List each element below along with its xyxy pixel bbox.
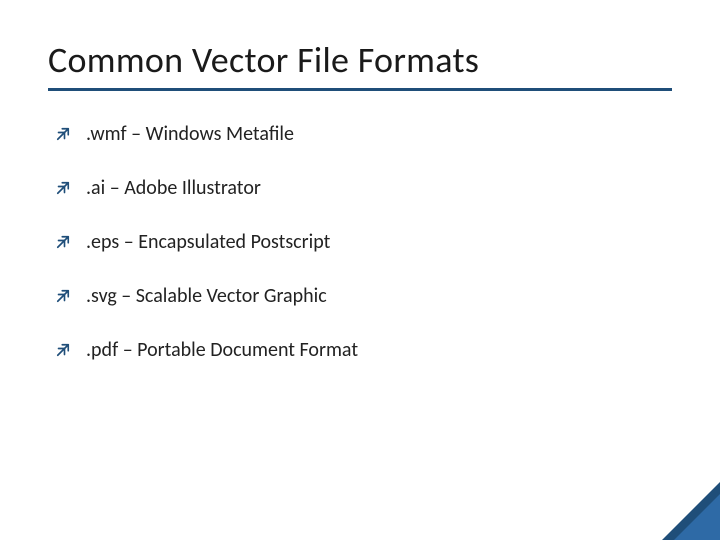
- slide: Common Vector File Formats .wmf – Window…: [0, 0, 720, 540]
- arrow-bullet-icon: [54, 341, 72, 359]
- list-item: .ai – Adobe Illustrator: [54, 175, 672, 201]
- corner-decoration: [662, 482, 720, 540]
- list-item: .svg – Scalable Vector Graphic: [54, 283, 672, 309]
- bullet-list: .wmf – Windows Metafile .ai – Adobe Illu…: [48, 121, 672, 363]
- list-item-text: .svg – Scalable Vector Graphic: [86, 283, 327, 309]
- list-item: .wmf – Windows Metafile: [54, 121, 672, 147]
- list-item-text: .ai – Adobe Illustrator: [86, 175, 261, 201]
- arrow-bullet-icon: [54, 287, 72, 305]
- arrow-bullet-icon: [54, 125, 72, 143]
- list-item-text: .wmf – Windows Metafile: [86, 121, 294, 147]
- list-item: .pdf – Portable Document Format: [54, 337, 672, 363]
- title-underline: [48, 88, 672, 91]
- list-item-text: .pdf – Portable Document Format: [86, 337, 358, 363]
- list-item: .eps – Encapsulated Postscript: [54, 229, 672, 255]
- arrow-bullet-icon: [54, 233, 72, 251]
- arrow-bullet-icon: [54, 179, 72, 197]
- page-title: Common Vector File Formats: [48, 38, 672, 82]
- list-item-text: .eps – Encapsulated Postscript: [86, 229, 330, 255]
